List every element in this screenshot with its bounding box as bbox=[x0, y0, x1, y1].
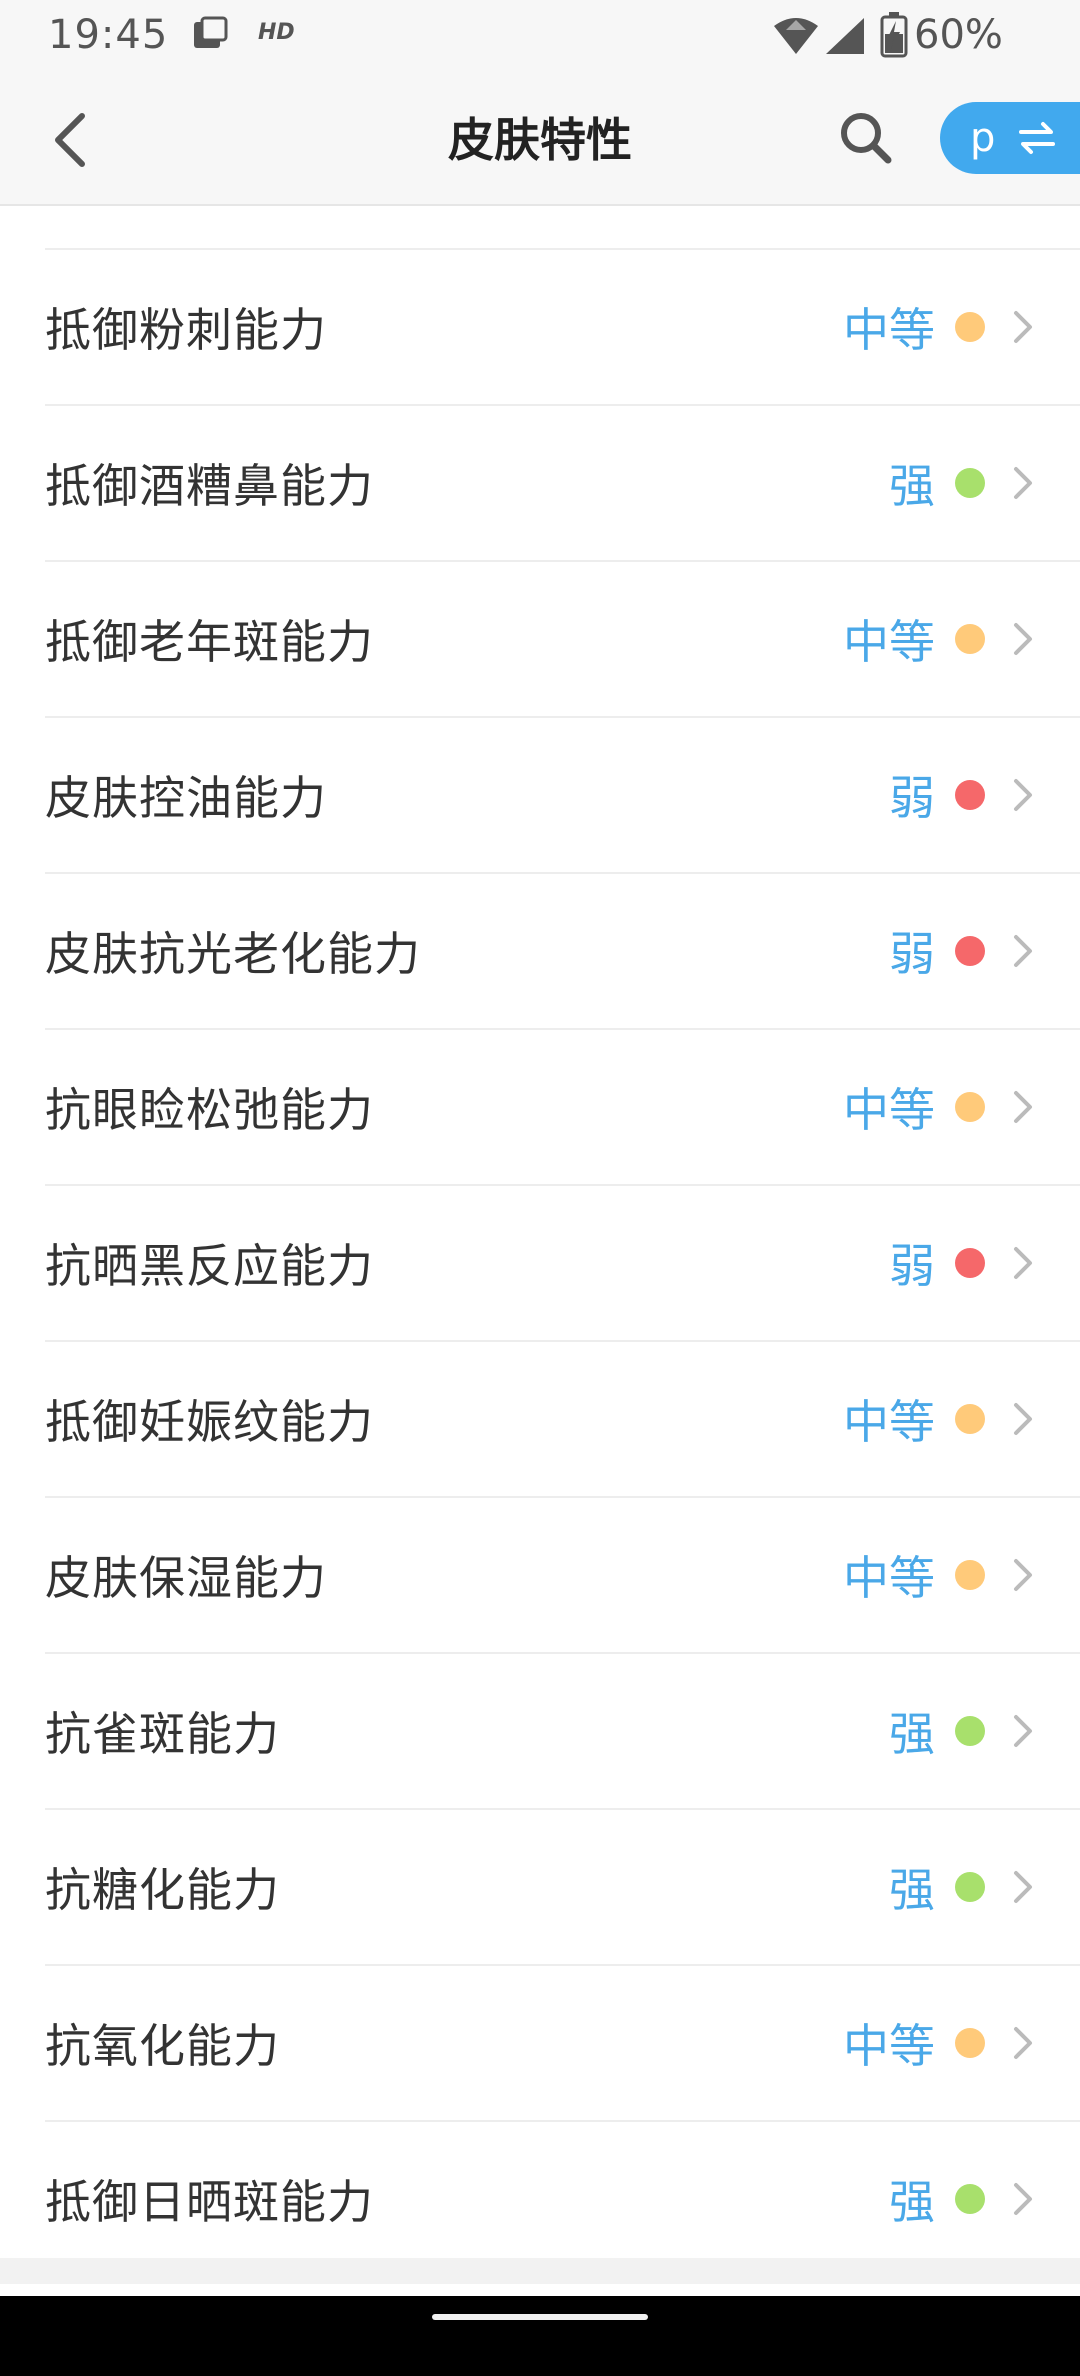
trait-label: 皮肤控油能力 bbox=[45, 771, 327, 825]
list-item[interactable]: 抵御酒糟鼻能力 强 bbox=[45, 406, 1080, 562]
chevron-right-icon bbox=[1014, 1715, 1032, 1747]
trait-level-text: 中等 bbox=[843, 2019, 935, 2073]
list-item[interactable]: 皮肤保湿能力 中等 bbox=[45, 1498, 1080, 1654]
trait-label: 抵御老年斑能力 bbox=[45, 615, 374, 669]
level-indicator-dot bbox=[955, 2028, 985, 2058]
list-item[interactable]: 抵御日晒斑能力 强 bbox=[45, 2122, 1080, 2278]
level-indicator-dot bbox=[955, 780, 985, 810]
chevron-right-icon bbox=[1014, 1091, 1032, 1123]
trait-level-text: 中等 bbox=[843, 303, 935, 357]
chevron-right-icon bbox=[1014, 1559, 1032, 1591]
level-indicator-dot bbox=[955, 1872, 985, 1902]
level-indicator-dot bbox=[955, 624, 985, 654]
chevron-right-icon bbox=[1014, 935, 1032, 967]
battery-percent: 60% bbox=[914, 12, 1003, 58]
trait-label: 抗氧化能力 bbox=[45, 2019, 280, 2073]
level-indicator-dot bbox=[955, 312, 985, 342]
chevron-right-icon bbox=[1014, 779, 1032, 811]
chevron-right-icon bbox=[1014, 2027, 1032, 2059]
search-button[interactable] bbox=[830, 102, 902, 174]
profile-switch-button[interactable]: p bbox=[940, 102, 1080, 174]
chevron-right-icon bbox=[1014, 1247, 1032, 1279]
signal-icon bbox=[826, 18, 864, 54]
trait-level-text: 中等 bbox=[843, 1551, 935, 1605]
trait-label: 抵御日晒斑能力 bbox=[45, 2175, 374, 2229]
trait-label: 抵御粉刺能力 bbox=[45, 303, 327, 357]
list-item[interactable]: 抗糖化能力 强 bbox=[45, 1810, 1080, 1966]
skin-trait-list: 抵御粉刺能力 中等 抵御酒糟鼻能力 强 抵御老年斑能力 中等 皮肤控油能力 弱 … bbox=[0, 206, 1080, 2278]
chevron-right-icon bbox=[1014, 1871, 1032, 1903]
status-time: 19:45 bbox=[48, 12, 169, 58]
chevron-right-icon bbox=[1014, 623, 1032, 655]
list-item[interactable]: 皮肤抗光老化能力 弱 bbox=[45, 874, 1080, 1030]
level-indicator-dot bbox=[955, 468, 985, 498]
level-indicator-dot bbox=[955, 936, 985, 966]
trait-label: 抵御妊娠纹能力 bbox=[45, 1395, 374, 1449]
list-item[interactable]: 抵御妊娠纹能力 中等 bbox=[45, 1342, 1080, 1498]
trait-label: 皮肤保湿能力 bbox=[45, 1551, 327, 1605]
trait-level-text: 弱 bbox=[889, 927, 935, 981]
trait-level-text: 强 bbox=[889, 459, 935, 513]
trait-label: 抗眼睑松弛能力 bbox=[45, 1083, 374, 1137]
level-indicator-dot bbox=[955, 1404, 985, 1434]
profile-letter: p bbox=[970, 115, 996, 161]
list-top-divider bbox=[45, 206, 1080, 250]
trait-label: 抵御酒糟鼻能力 bbox=[45, 459, 374, 513]
battery-charging-icon bbox=[880, 12, 908, 58]
trait-level-text: 弱 bbox=[889, 771, 935, 825]
trait-label: 皮肤抗光老化能力 bbox=[45, 927, 421, 981]
chevron-right-icon bbox=[1014, 1403, 1032, 1435]
status-bar: 19:45 HD 60% bbox=[0, 0, 1080, 72]
header-bar: 皮肤特性 p bbox=[0, 72, 1080, 206]
level-indicator-dot bbox=[955, 1716, 985, 1746]
list-item[interactable]: 抗眼睑松弛能力 中等 bbox=[45, 1030, 1080, 1186]
hd-indicator: HD bbox=[258, 20, 295, 45]
search-icon bbox=[841, 113, 892, 164]
chevron-right-icon bbox=[1014, 311, 1032, 343]
list-item[interactable]: 抗晒黑反应能力 弱 bbox=[45, 1186, 1080, 1342]
rows-container: 抵御粉刺能力 中等 抵御酒糟鼻能力 强 抵御老年斑能力 中等 皮肤控油能力 弱 … bbox=[0, 250, 1080, 2278]
trait-level-text: 强 bbox=[889, 1707, 935, 1761]
trait-level-text: 强 bbox=[889, 2175, 935, 2229]
trait-level-text: 中等 bbox=[843, 1395, 935, 1449]
notification-icon bbox=[194, 16, 228, 48]
trait-label: 抗晒黑反应能力 bbox=[45, 1239, 374, 1293]
swap-arrows-icon bbox=[1019, 122, 1056, 154]
trait-label: 抗雀斑能力 bbox=[45, 1707, 280, 1761]
home-indicator[interactable] bbox=[432, 2314, 648, 2320]
list-item[interactable]: 皮肤控油能力 弱 bbox=[45, 718, 1080, 874]
list-item[interactable]: 抵御老年斑能力 中等 bbox=[45, 562, 1080, 718]
chevron-right-icon bbox=[1014, 2183, 1032, 2215]
system-navigation-bar bbox=[0, 2296, 1080, 2376]
list-item[interactable]: 抵御粉刺能力 中等 bbox=[45, 250, 1080, 406]
trait-label: 抗糖化能力 bbox=[45, 1863, 280, 1917]
list-item[interactable]: 抗氧化能力 中等 bbox=[45, 1966, 1080, 2122]
wifi-icon bbox=[774, 18, 818, 54]
list-item[interactable]: 抗雀斑能力 强 bbox=[45, 1654, 1080, 1810]
trait-level-text: 中等 bbox=[843, 1083, 935, 1137]
list-bottom-spacer bbox=[0, 2258, 1080, 2284]
level-indicator-dot bbox=[955, 2184, 985, 2214]
trait-level-text: 强 bbox=[889, 1863, 935, 1917]
level-indicator-dot bbox=[955, 1248, 985, 1278]
trait-level-text: 弱 bbox=[889, 1239, 935, 1293]
chevron-right-icon bbox=[1014, 467, 1032, 499]
page-title: 皮肤特性 bbox=[448, 113, 632, 167]
level-indicator-dot bbox=[955, 1560, 985, 1590]
trait-level-text: 中等 bbox=[843, 615, 935, 669]
level-indicator-dot bbox=[955, 1092, 985, 1122]
